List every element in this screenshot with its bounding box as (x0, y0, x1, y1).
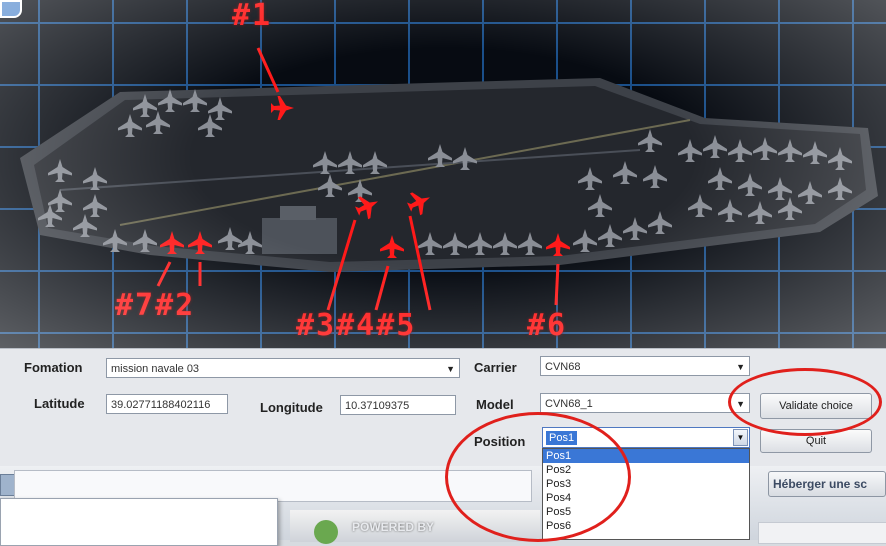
background-taskbar: POWERED BY Héberger une sc (0, 466, 886, 546)
carrier-value: CVN68 (545, 361, 581, 373)
formation-value: mission navale 03 (111, 363, 200, 375)
model-value: CVN68_1 (545, 398, 593, 410)
model-label: Model (476, 397, 514, 412)
position-dropdown-list: Pos1 Pos2 Pos3 Pos4 Pos5 Pos6 (542, 448, 750, 540)
callout-7-2: #7#2 (115, 288, 196, 323)
longitude-label: Longitude (260, 400, 323, 415)
powered-by-banner: POWERED BY (290, 510, 540, 544)
callout-6: #6 (527, 308, 568, 343)
position-option[interactable]: Pos2 (543, 463, 749, 477)
powered-by-text: POWERED BY (352, 520, 435, 534)
validate-choice-button[interactable]: Validate choice (760, 393, 872, 419)
logo-icon (314, 520, 338, 544)
window-corner-badge (0, 0, 22, 18)
position-value: Pos1 (546, 431, 578, 445)
position-select[interactable]: Pos1 ▼ (542, 427, 750, 448)
carrier-island (262, 218, 337, 254)
formation-select[interactable]: mission navale 03 ▼ (106, 358, 460, 378)
callout-1: #1 (232, 0, 273, 33)
position-option[interactable]: Pos6 (543, 519, 749, 533)
callout-3-4-5: #3#4#5 (296, 308, 417, 343)
longitude-field[interactable]: 10.37109375 (340, 395, 456, 415)
position-option[interactable]: Pos3 (543, 477, 749, 491)
formation-label: Fomation (24, 360, 83, 375)
chevron-down-icon: ▼ (446, 364, 455, 374)
popup-window (0, 498, 278, 546)
position-label: Position (474, 434, 526, 449)
3d-viewport[interactable]: #1 #7#2 #3#4#5 #6 (0, 0, 886, 348)
host-button[interactable]: Héberger une sc (768, 471, 886, 497)
secondary-field[interactable] (758, 522, 886, 544)
chevron-down-icon: ▼ (736, 399, 745, 409)
position-option[interactable]: Pos1 (543, 449, 749, 463)
carrier-label: Carrier (474, 360, 517, 375)
position-option[interactable]: Pos4 (543, 491, 749, 505)
latitude-field[interactable]: 39.02771188402116 (106, 394, 228, 414)
chevron-down-icon[interactable]: ▼ (733, 429, 748, 446)
chevron-down-icon: ▼ (736, 362, 745, 372)
latitude-label: Latitude (34, 396, 85, 411)
model-select[interactable]: CVN68_1 ▼ (540, 393, 750, 413)
quit-button[interactable]: Quit (760, 429, 872, 453)
carrier-select[interactable]: CVN68 ▼ (540, 356, 750, 376)
carrier-form: Fomation mission navale 03 ▼ Latitude 39… (0, 348, 886, 467)
position-option[interactable]: Pos5 (543, 505, 749, 519)
